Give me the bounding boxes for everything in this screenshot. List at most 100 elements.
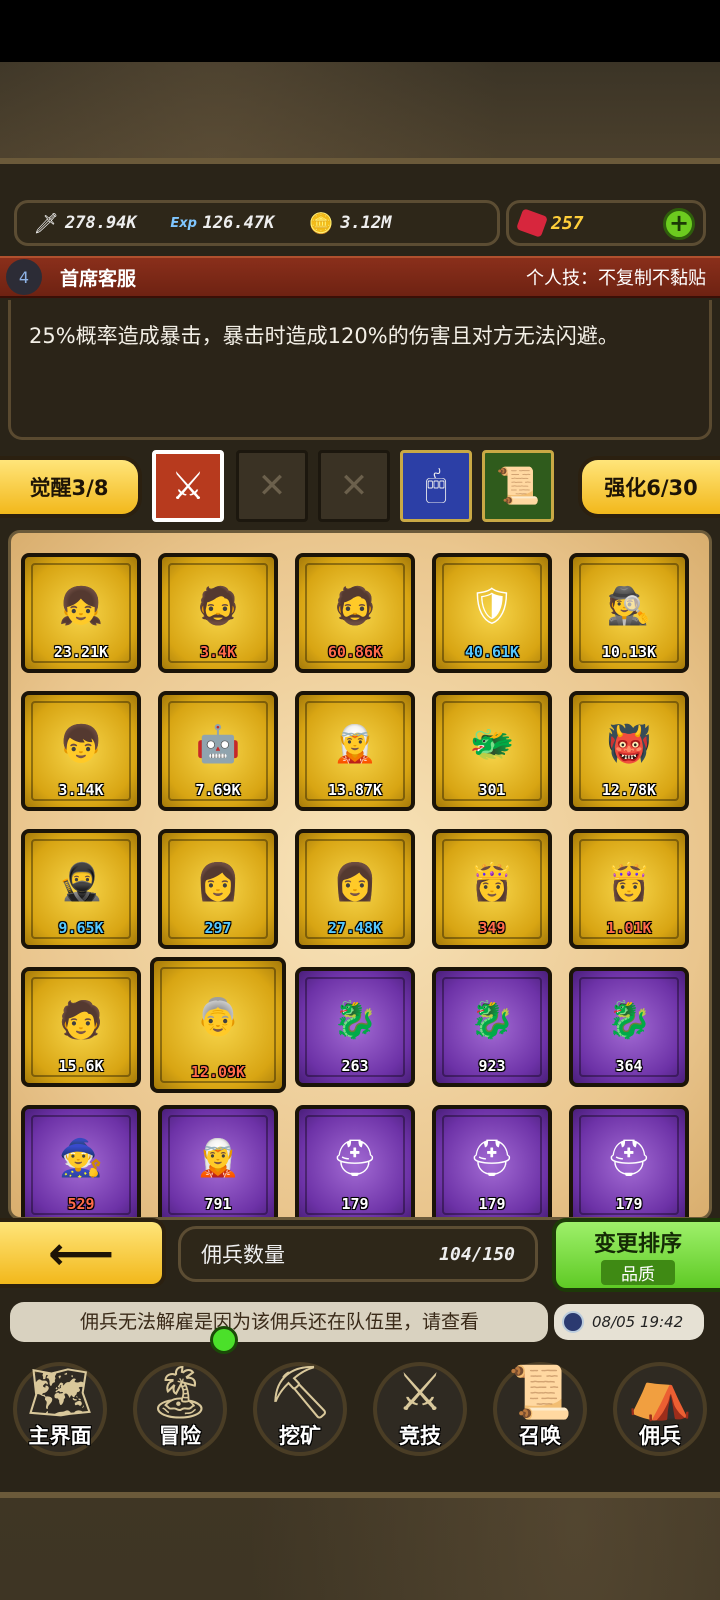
mercenary-card[interactable]: 🐉 364: [569, 967, 689, 1087]
mercenary-card[interactable]: 🥷 9.65K: [21, 829, 141, 949]
nav-label: 冒险: [159, 1424, 201, 1448]
hero-portrait-icon: 🐉: [469, 1000, 515, 1042]
nav-summon[interactable]: 📜 召唤: [485, 1352, 595, 1456]
mercenary-card[interactable]: 🧝 13.87K: [295, 691, 415, 811]
skill-description: 25%概率造成暴击，暴击时造成120%的伤害且对方无法闪避。: [29, 324, 619, 348]
notification-dot: [210, 1326, 238, 1354]
awaken-button[interactable]: 觉醒3/8: [0, 456, 142, 518]
mercenary-card[interactable]: ⛑ 179: [295, 1105, 415, 1217]
clock-time: 08/05 19:42: [592, 1313, 684, 1331]
mouse-icon: 🖱: [425, 465, 447, 506]
sort-title: 变更排序: [593, 1232, 682, 1257]
summon-scroll-icon: 📜: [507, 1363, 573, 1423]
bottom-nav: 🗺 主界面 🏝 冒险 ⛏ 挖矿 ⚔ 竞技 📜 召唤 ⛺ 佣兵: [0, 1346, 720, 1456]
hero-power-value: 7.69K: [195, 781, 241, 799]
mercenary-card[interactable]: 🕵 10.13K: [569, 553, 689, 673]
hero-portrait-icon: 👩: [195, 862, 241, 904]
nav-mining[interactable]: ⛏ 挖矿: [245, 1352, 355, 1456]
hero-power-value: 301: [478, 781, 506, 799]
hero-power-value: 12.09K: [190, 1063, 246, 1081]
equip-slot-sword[interactable]: ⚔: [152, 450, 224, 522]
nav-arena[interactable]: ⚔ 竞技: [365, 1352, 475, 1456]
nav-label: 主界面: [28, 1424, 92, 1448]
island-icon: 🏝: [146, 1363, 213, 1423]
mercenary-card[interactable]: 🛡 40.61K: [432, 553, 552, 673]
hero-portrait-icon: 🥷: [58, 862, 104, 904]
equip-slot-scroll[interactable]: 📜: [482, 450, 554, 522]
mercenary-card[interactable]: ⛑ 179: [432, 1105, 552, 1217]
mercenary-card[interactable]: 🧔 60.86K: [295, 553, 415, 673]
mercenary-card[interactable]: 👵 12.09K: [150, 957, 286, 1093]
hero-portrait-icon: 👦: [58, 724, 104, 766]
hero-power-value: 3.14K: [58, 781, 104, 799]
clock: 08/05 19:42: [554, 1304, 704, 1340]
crossed-swords-icon: ⚔: [396, 1363, 444, 1423]
sort-mode: 品质: [601, 1260, 675, 1285]
hero-power-value: 40.61K: [464, 643, 520, 661]
exp-value: 126.47K: [202, 213, 275, 233]
x-icon: ✕: [339, 466, 369, 506]
skill-type: 个人技：不复制不黏贴: [526, 268, 706, 289]
resource-exp: Exp 126.47K: [169, 208, 275, 238]
mercenary-card[interactable]: 🐉 263: [295, 967, 415, 1087]
mercenary-card[interactable]: 👩 27.48K: [295, 829, 415, 949]
arrow-left-icon: ⟵: [48, 1226, 114, 1280]
equip-slot-mouse[interactable]: 🖱: [400, 450, 472, 522]
mercenary-card[interactable]: 🧑 15.6K: [21, 967, 141, 1087]
mercenary-card[interactable]: 🧙 529: [21, 1105, 141, 1217]
hero-portrait-icon: 🕵: [606, 586, 652, 628]
mercenary-card[interactable]: 👧 23.21K: [21, 553, 141, 673]
hero-power-value: 10.13K: [601, 643, 657, 661]
tent-icon: ⛺: [627, 1363, 693, 1423]
back-button[interactable]: ⟵: [0, 1218, 166, 1288]
hero-power-value: 179: [478, 1195, 506, 1213]
nav-adventure[interactable]: 🏝 冒险: [125, 1352, 235, 1456]
gold-icon: 🪙: [308, 211, 334, 235]
nav-mercenary[interactable]: ⛺ 佣兵: [605, 1352, 715, 1456]
hero-power-value: 529: [67, 1195, 95, 1213]
mercenary-card[interactable]: 🐲 301: [432, 691, 552, 811]
pickaxe-icon: ⛏: [266, 1363, 333, 1423]
gold-value: 3.12M: [340, 213, 392, 233]
exp-icon: Exp: [170, 215, 197, 231]
mercenary-card[interactable]: 👩 297: [158, 829, 278, 949]
mercenary-card[interactable]: 🐉 923: [432, 967, 552, 1087]
equip-slot-empty-2[interactable]: ✕: [318, 450, 390, 522]
nav-main[interactable]: 🗺 主界面: [5, 1352, 115, 1456]
mercenary-card[interactable]: 🧔 3.4K: [158, 553, 278, 673]
hero-portrait-icon: 🧝: [195, 1138, 241, 1180]
count-value: 104/150: [439, 1243, 515, 1265]
add-gems-button[interactable]: +: [663, 208, 695, 240]
mercenary-card[interactable]: 👸 349: [432, 829, 552, 949]
mercenary-card[interactable]: 👸 1.01K: [569, 829, 689, 949]
sort-button[interactable]: 变更排序 品质: [552, 1218, 720, 1292]
hero-power-value: 1.01K: [606, 919, 652, 937]
enhance-button[interactable]: 强化6/30: [578, 456, 720, 518]
hero-power-value: 923: [478, 1057, 506, 1075]
count-label: 佣兵数量: [201, 1243, 285, 1267]
map-icon: 🗺: [26, 1363, 93, 1423]
hero-power-value: 12.78K: [601, 781, 657, 799]
mercenary-count-bar: 佣兵数量 104/150: [178, 1226, 538, 1282]
mercenary-card[interactable]: 👹 12.78K: [569, 691, 689, 811]
x-icon: ✕: [257, 466, 287, 506]
equip-slot-empty-1[interactable]: ✕: [236, 450, 308, 522]
mercenary-card[interactable]: 🧝 791: [158, 1105, 278, 1217]
mercenary-card[interactable]: ⛑ 179: [569, 1105, 689, 1217]
hero-power-value: 13.87K: [327, 781, 383, 799]
clock-icon: [562, 1311, 584, 1333]
mercenary-card[interactable]: 👦 3.14K: [21, 691, 141, 811]
scroll-icon: 📜: [495, 466, 541, 507]
attack-value: 278.94K: [65, 213, 137, 233]
hero-power-value: 27.48K: [327, 919, 383, 937]
hero-power-value: 364: [615, 1057, 643, 1075]
nav-label: 挖矿: [279, 1424, 321, 1448]
mercenary-card[interactable]: 🤖 7.69K: [158, 691, 278, 811]
hero-portrait-icon: 🐲: [469, 724, 515, 766]
status-bar: [0, 0, 720, 62]
hero-portrait-icon: 👹: [606, 724, 652, 766]
hero-power-value: 179: [615, 1195, 643, 1213]
hero-portrait-icon: 🧑: [58, 1000, 104, 1042]
hero-power-value: 791: [204, 1195, 232, 1213]
nav-label: 竞技: [399, 1424, 441, 1448]
